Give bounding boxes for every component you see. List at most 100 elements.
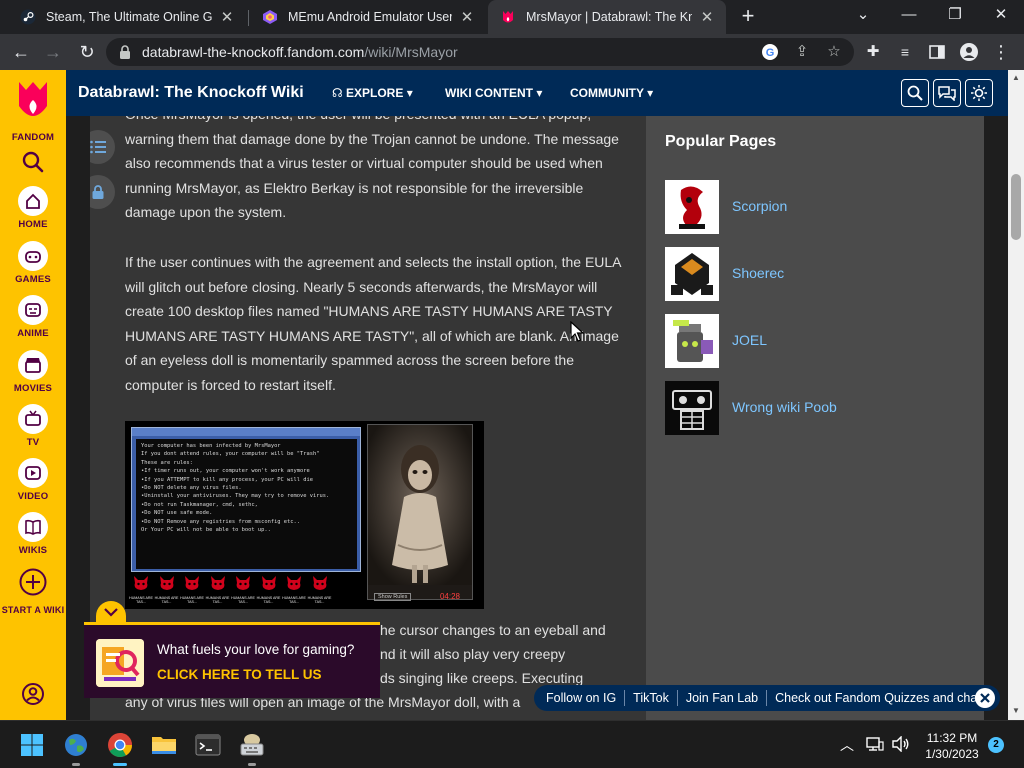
taskbar-app-keyboard[interactable] [236,729,268,766]
rail-item-games[interactable]: GAMES [0,241,66,285]
page-gutter-right [984,116,1008,720]
anime-icon [25,303,41,317]
links-bar-close-button[interactable] [975,688,995,708]
table-of-contents-button[interactable] [90,130,115,164]
tab-steam[interactable]: Steam, The Ultimate Online Game ✕ [8,0,246,34]
ad-cta-link[interactable]: CLICK HERE TO TELL US [157,667,322,682]
lock-icon[interactable] [118,44,132,60]
rail-item-wikis[interactable]: WIKIS [0,512,66,556]
back-button[interactable]: ← [8,39,34,65]
gaming-survey-ad[interactable]: What fuels your love for gaming? CLICK H… [84,601,380,698]
devil-file-label: HUMANS ARE TAS... [129,596,153,604]
media-control-icon[interactable]: ≡ [892,39,918,65]
nav-community-label: COMMUNITY [570,86,644,100]
rail-item-video[interactable]: VIDEO [0,458,66,502]
scroll-thumb[interactable] [1011,174,1021,240]
taskbar-app-earth[interactable] [60,729,92,766]
side-panel-icon[interactable] [924,39,950,65]
rail-label: VIDEO [17,491,49,502]
rail-item-tv[interactable]: TV [0,404,66,448]
tab-memu[interactable]: MEmu Android Emulator User Gu ✕ [250,0,486,34]
browser-menu-icon[interactable]: ⋮ [988,39,1014,65]
scroll-down-icon[interactable]: ▼ [1011,707,1021,715]
taskbar-app-chrome[interactable] [104,729,136,766]
devil-file-label: HUMANS ARE TAS... [256,596,281,604]
nav-explore[interactable]: ☊ EXPLORE ▾ [332,86,413,100]
reload-button[interactable]: ↻ [74,39,100,65]
rail-item-movies[interactable]: MOVIES [0,350,66,394]
restore-button[interactable]: ❐ [932,0,978,32]
rail-user-account[interactable] [0,682,66,711]
theme-toggle-button[interactable] [965,79,993,107]
wiki-search-button[interactable] [901,79,929,107]
rail-search[interactable] [0,150,66,179]
forward-button[interactable]: → [40,39,66,65]
article-image[interactable]: Your computer has been infected by MrsMa… [125,421,484,609]
network-icon[interactable] [866,736,884,752]
popular-page-link[interactable]: Wrong wiki Poob [732,399,837,415]
link-follow-ig[interactable]: Follow on IG [538,691,624,705]
extensions-puzzle-icon[interactable]: ✚ [860,39,886,65]
rail-label: TV [26,437,40,448]
fandom-logo-icon [19,82,47,116]
dialog-text-line: •If you ATTEMPT to kill any process, you… [141,476,314,483]
tab-divider [248,10,249,26]
minimize-button[interactable]: — [886,0,932,32]
volume-icon[interactable] [892,736,910,752]
new-tab-button[interactable]: + [736,4,760,30]
system-clock[interactable]: 11:32 PM 1/30/2023 [920,730,984,762]
show-hidden-icons-chevron-icon[interactable]: ︿ [840,735,854,755]
link-quizzes[interactable]: Check out Fandom Quizzes and cha [767,691,985,705]
keyboard-app-icon [240,734,264,756]
rail-label: START A WIKI [1,605,65,615]
page-scrollbar[interactable]: ▲ ▼ [1008,70,1024,720]
close-tab-icon[interactable]: ✕ [698,8,716,26]
popular-page-link[interactable]: Scorpion [732,198,787,214]
taskbar-app-terminal[interactable] [192,729,224,761]
tab-mrsmayor[interactable]: MrsMayor | Databrawl: The Knock ✕ [488,0,726,34]
google-icon[interactable]: G [760,42,780,62]
search-icon [907,85,923,101]
article-line: nd it will also play very creepy [380,646,566,662]
clock-time: 11:32 PM [926,731,978,745]
profile-avatar[interactable] [956,39,982,65]
devil-file-icon: HUMANS ARE TAS... [231,575,255,604]
link-tiktok[interactable]: TikTok [625,691,677,705]
scroll-up-icon[interactable]: ▲ [1011,74,1021,82]
share-icon[interactable]: ⇪ [792,42,812,62]
dialog-text-line: Or Your PC will not be able to boot up.. [141,527,271,534]
window-close-button[interactable]: ✕ [978,0,1024,32]
popular-pages-title: Popular Pages [665,133,777,150]
countdown-timer: 04:28 [439,592,460,601]
start-button[interactable] [16,729,48,761]
dialog-text-line: •Do NOT Remove any registries from mscon… [141,518,301,525]
rail-item-home[interactable]: HOME [0,186,66,230]
fandom-links-bar: Follow on IG TikTok Join Fan Lab Check o… [534,685,1000,711]
discussions-button[interactable] [933,79,961,107]
popular-page-link[interactable]: JOEL [732,332,767,348]
protection-status-button[interactable] [90,175,115,209]
taskbar-app-file-explorer[interactable] [148,729,180,761]
close-tab-icon[interactable]: ✕ [218,8,236,26]
address-bar[interactable]: databrawl-the-knockoff.fandom.com/wiki/M… [106,38,854,66]
fandom-logo[interactable]: FANDOM [0,80,66,143]
link-fan-lab[interactable]: Join Fan Lab [678,691,766,705]
notification-badge[interactable]: 2 [988,737,1004,753]
nav-community[interactable]: COMMUNITY ▾ [570,86,653,100]
tab-label: Steam, The Ultimate Online Game [46,10,212,24]
rail-item-start-wiki[interactable]: START A WIKI [0,567,66,616]
rail-item-anime[interactable]: ANIME [0,295,66,339]
close-tab-icon[interactable]: ✕ [458,8,476,26]
bookmark-star-icon[interactable]: ☆ [824,42,844,62]
devil-file-label: HUMANS ARE TAS... [154,596,179,604]
collapse-ad-button[interactable] [96,601,126,623]
wiki-title[interactable]: Databrawl: The Knockoff Wiki [78,84,304,102]
home-icon [26,193,40,209]
nav-wiki-content[interactable]: WIKI CONTENT ▾ [445,86,542,100]
browser-tab-strip: Steam, The Ultimate Online Game ✕ MEmu A… [0,0,1024,34]
popular-page-link[interactable]: Shoerec [732,265,784,281]
plus-circle-icon [19,568,47,596]
popular-page-thumbnail [665,381,719,435]
tab-search-button[interactable]: ⌄ [840,0,886,32]
popular-page-thumbnail [665,314,719,368]
